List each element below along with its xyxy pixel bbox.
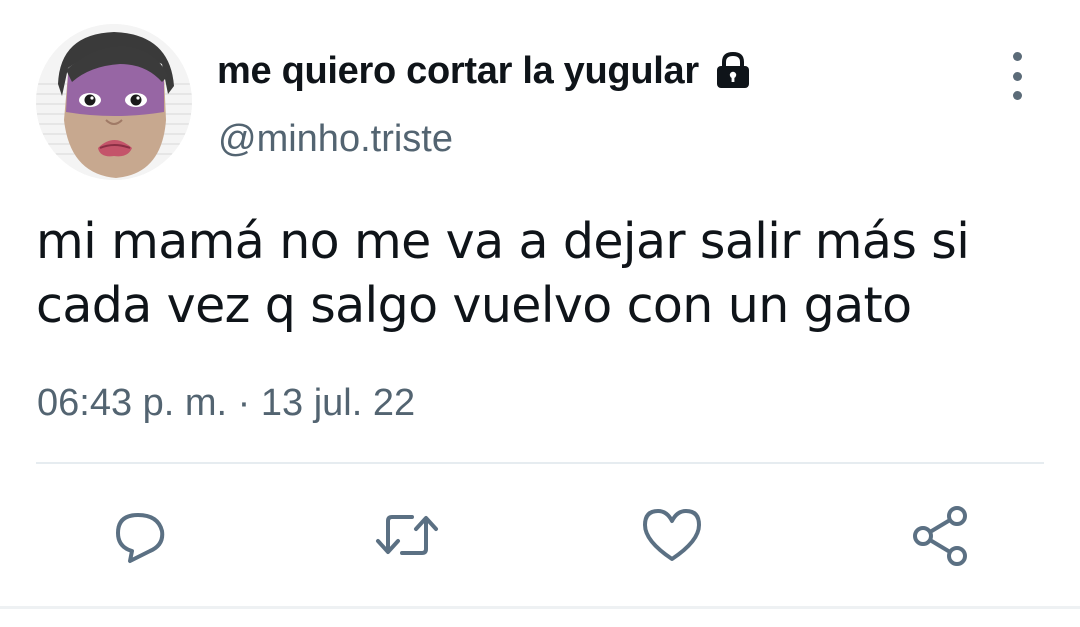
tweet-text-line-1: mi mamá no me va a dejar salir más si: [36, 213, 970, 270]
tweet-text-line-2: cada vez q salgo vuelvo con un gato: [36, 277, 912, 334]
retweet-icon: [376, 515, 438, 555]
divider: [36, 462, 1044, 464]
tweet-text: mi mamá no me va a dejar salir más si cad…: [36, 210, 1046, 338]
display-name[interactable]: me quiero cortar la yugular: [217, 50, 699, 93]
share-button[interactable]: [900, 495, 980, 575]
tweet-card: me quiero cortar la yugular @minho.trist…: [0, 0, 1080, 627]
tweet-timestamp[interactable]: 06:43 p. m. · 13 jul. 22: [37, 382, 415, 425]
reply-icon: [116, 513, 165, 563]
avatar[interactable]: [36, 24, 192, 180]
like-button[interactable]: [632, 495, 712, 575]
user-handle[interactable]: @minho.triste: [218, 118, 453, 161]
bottom-divider: [0, 606, 1080, 609]
profile-photo-icon: [36, 24, 192, 180]
reply-button[interactable]: [100, 495, 180, 575]
lock-icon: [711, 49, 755, 93]
more-dot-icon: [1012, 91, 1022, 100]
more-options-button[interactable]: [1000, 52, 1034, 100]
more-dot-icon: [1012, 52, 1022, 61]
retweet-button[interactable]: [367, 495, 447, 575]
action-bar: [0, 495, 1080, 575]
share-icon: [913, 506, 967, 566]
display-name-row[interactable]: me quiero cortar la yugular: [217, 46, 755, 96]
like-icon: [643, 509, 701, 561]
more-dot-icon: [1012, 71, 1022, 81]
